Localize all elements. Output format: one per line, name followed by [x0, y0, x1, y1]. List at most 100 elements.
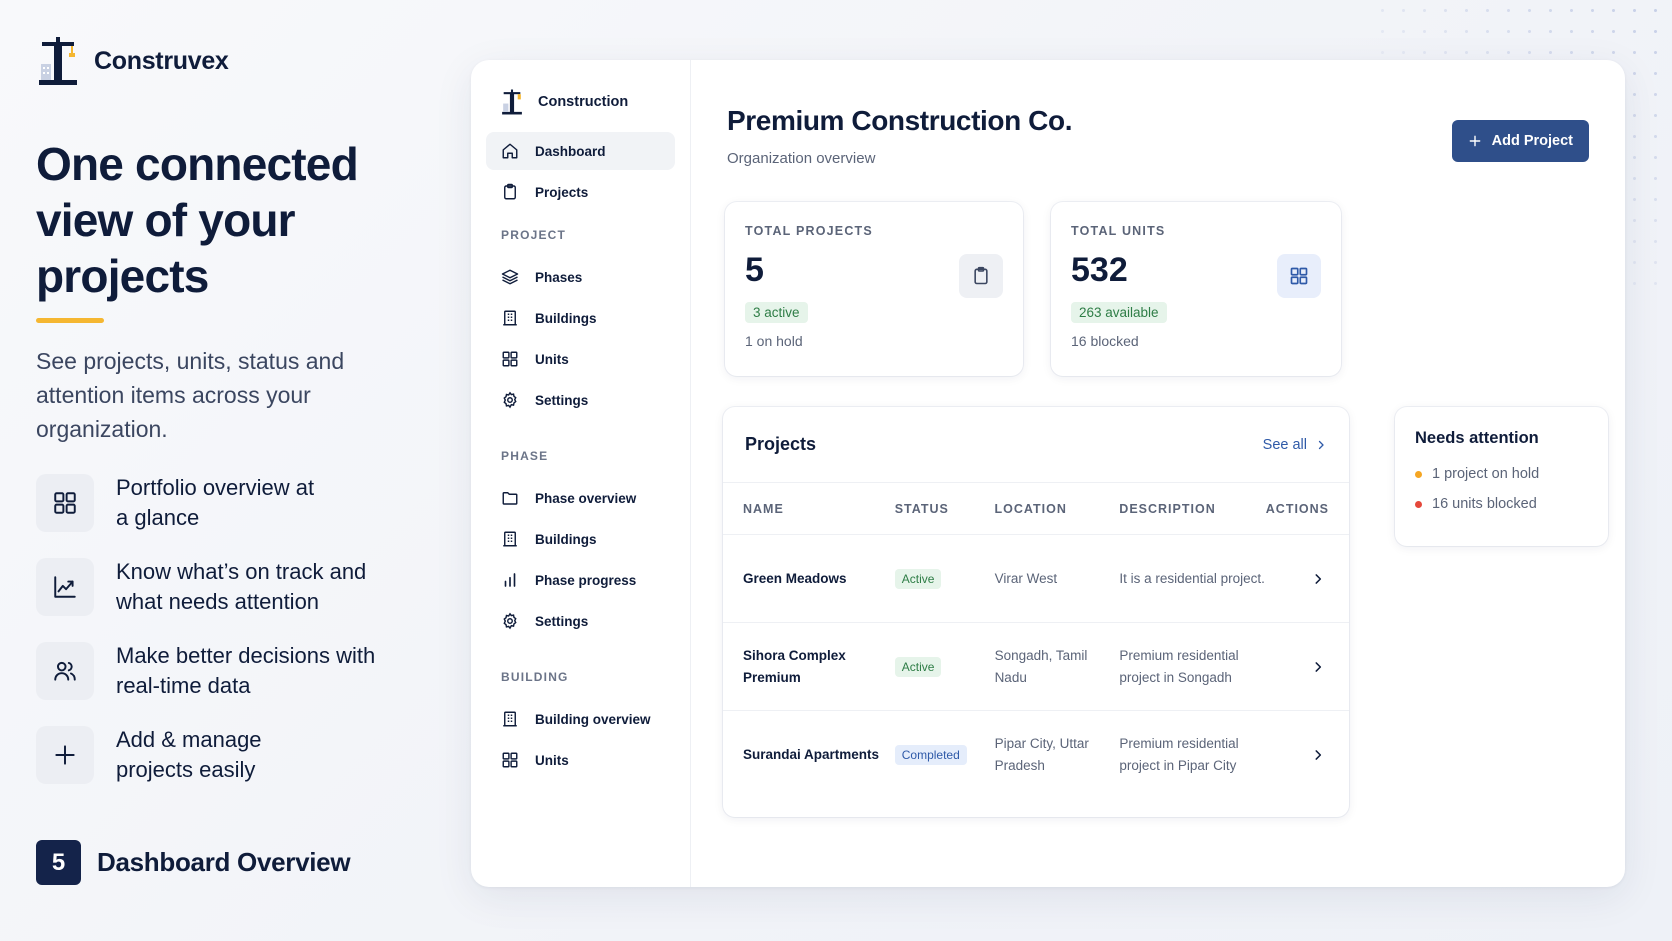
plus-icon	[36, 726, 94, 784]
plus-icon	[1469, 135, 1480, 147]
sidebar-item-dashboard[interactable]: Dashboard	[486, 132, 675, 170]
column-header-actions: ACTIONS	[1265, 501, 1330, 516]
page-subtitle: Organization overview	[727, 150, 876, 167]
stat-card-total-units: TOTAL UNITS 532 263 available 16 blocked	[1051, 202, 1341, 376]
gear-icon	[503, 612, 517, 630]
attention-item[interactable]: 1 project on hold	[1415, 466, 1588, 482]
sidebar-item-label: Buildings	[535, 531, 597, 547]
see-all-link[interactable]: See all	[1263, 437, 1327, 453]
gear-icon	[503, 391, 517, 409]
folder-icon	[502, 492, 518, 505]
row-action-button[interactable]	[1269, 748, 1349, 762]
crane-logo-icon	[39, 37, 77, 85]
chevron-right-icon	[1315, 573, 1322, 584]
chevron-right-icon	[1315, 661, 1322, 672]
see-all-label: See all	[1262, 436, 1307, 453]
project-name: Green Meadows	[743, 570, 847, 586]
sidebar-item-label: Buildings	[535, 310, 597, 326]
table-row[interactable]: Sihora Complex Premium Active Songadh, T…	[723, 623, 1349, 711]
table-row[interactable]: Surandai Apartments Completed Pipar City…	[723, 711, 1349, 799]
column-header-status: STATUS	[894, 501, 949, 516]
step-indicator: 5 Dashboard Overview	[36, 840, 351, 885]
add-project-label: Add Project	[1491, 133, 1573, 149]
sidebar-item-settings[interactable]: Settings	[486, 381, 675, 419]
brand-logo: Construvex	[36, 36, 229, 86]
chevron-right-icon	[1318, 440, 1324, 449]
crane-logo-icon	[502, 89, 522, 115]
add-project-button[interactable]: Add Project	[1451, 120, 1589, 162]
sidebar-item-buildings[interactable]: Buildings	[486, 299, 675, 337]
attention-item-text: 16 units blocked	[1432, 496, 1537, 512]
project-name: Surandai Apartments	[743, 747, 880, 762]
stat-note: 1 on hold	[745, 333, 803, 349]
project-description: Premium residential project in Pipar Cit…	[1119, 736, 1239, 773]
clipboard-icon	[959, 254, 1003, 298]
main-content: Premium Construction Co. Organization ov…	[691, 60, 1625, 887]
sidebar-item-label: Dashboard	[535, 143, 606, 159]
step-number: 5	[36, 840, 81, 885]
building-icon	[503, 711, 517, 727]
column-header-description: DESCRIPTION	[1119, 501, 1216, 516]
project-description: It is a residential project.	[1119, 570, 1265, 586]
status-badge: Completed	[894, 745, 967, 765]
sidebar-item-phase-overview[interactable]: Phase overview	[486, 479, 675, 517]
projects-header: Projects See all	[723, 407, 1349, 483]
row-action-button[interactable]	[1269, 660, 1349, 674]
sidebar-item-phase-buildings[interactable]: Buildings	[486, 520, 675, 558]
project-location: Virar West	[994, 570, 1058, 586]
grid-icon	[502, 351, 518, 367]
page-title: Premium Construction Co.	[727, 105, 1073, 136]
sidebar-section-phase: PHASE	[501, 449, 549, 463]
stat-label: TOTAL PROJECTS	[745, 224, 873, 238]
sidebar-item-building-overview[interactable]: Building overview	[486, 700, 675, 738]
clipboard-icon	[504, 183, 516, 200]
stat-pill: 263 available	[1071, 302, 1167, 323]
feature-text: Add & manage projects easily	[116, 727, 262, 782]
sidebar-item-label: Units	[535, 752, 569, 768]
building-icon	[503, 531, 517, 547]
sidebar-item-label: Phase overview	[535, 490, 637, 506]
headline-underline	[36, 318, 104, 323]
sidebar-item-label: Units	[535, 351, 569, 367]
project-name: Sihora Complex Premium	[743, 647, 846, 685]
feature-item: Make better decisions with real-time dat…	[36, 641, 436, 701]
sidebar-item-label: Settings	[535, 613, 589, 629]
sidebar-item-phase-settings[interactable]: Settings	[486, 602, 675, 640]
column-header-location: LOCATION	[994, 501, 1067, 516]
stat-label: TOTAL UNITS	[1071, 224, 1166, 238]
stat-card-total-projects: TOTAL PROJECTS 5 3 active 1 on hold	[725, 202, 1023, 376]
sidebar-item-label: Building overview	[535, 711, 651, 727]
feature-item: Add & manage projects easily	[36, 725, 436, 785]
project-location: Pipar City, Uttar Pradesh	[994, 736, 1089, 773]
row-action-button[interactable]	[1269, 572, 1349, 586]
layers-icon	[501, 269, 519, 285]
needs-attention-card: Needs attention 1 project on hold 16 uni…	[1395, 407, 1608, 546]
chart-line-icon	[36, 558, 94, 616]
attention-title: Needs attention	[1415, 429, 1539, 447]
table-row[interactable]: Green Meadows Active Virar West It is a …	[723, 535, 1349, 623]
table-header: NAME STATUS LOCATION DESCRIPTION ACTIONS	[723, 483, 1349, 535]
sidebar-section-project: PROJECT	[501, 228, 567, 242]
hero-subcopy: See projects, units, status and attentio…	[36, 348, 345, 442]
grid-icon	[1277, 254, 1321, 298]
home-icon	[502, 143, 518, 159]
attention-item[interactable]: 16 units blocked	[1415, 496, 1588, 512]
sidebar-item-building-units[interactable]: Units	[486, 741, 675, 779]
sidebar-brand-name: Construction	[538, 94, 629, 110]
feature-list: Portfolio overview at a glance Know what…	[36, 473, 436, 809]
grid-icon	[36, 474, 94, 532]
sidebar-item-projects[interactable]: Projects	[486, 173, 675, 211]
sidebar-item-phase-progress[interactable]: Phase progress	[486, 561, 675, 599]
feature-text: Make better decisions with real-time dat…	[116, 643, 376, 698]
sidebar: Construction Dashboard Projects PROJECT …	[471, 60, 691, 887]
sidebar-item-units[interactable]: Units	[486, 340, 675, 378]
users-icon	[36, 642, 94, 700]
project-location: Songadh, Tamil Nadu	[994, 647, 1088, 685]
sidebar-item-label: Phase progress	[535, 572, 637, 588]
sidebar-item-label: Phases	[535, 269, 583, 285]
brand-name: Construvex	[94, 46, 229, 75]
feature-text: Portfolio overview at a glance	[116, 475, 315, 530]
alert-dot-icon	[1415, 500, 1422, 508]
sidebar-item-phases[interactable]: Phases	[486, 258, 675, 296]
stat-pill: 3 active	[745, 302, 808, 323]
